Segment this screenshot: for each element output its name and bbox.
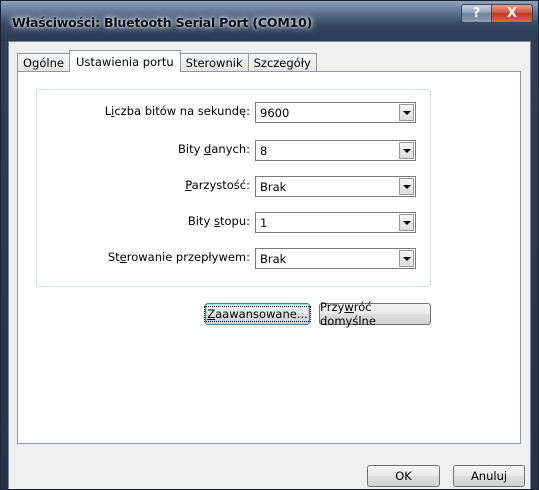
tab-strip: Ogólne Ustawienia portu Sterownik Szczeg…: [17, 50, 317, 72]
tab-driver[interactable]: Sterownik: [179, 53, 249, 72]
chevron-down-icon[interactable]: [399, 214, 414, 231]
tab-general-label: Ogólne: [23, 56, 64, 70]
tab-driver-label: Sterownik: [185, 56, 243, 70]
close-button[interactable]: X: [491, 4, 533, 23]
title-bar[interactable]: Właściwości: Bluetooth Serial Port (COM1…: [1, 1, 538, 41]
parity-label: Parzystość:: [185, 178, 250, 192]
tab-details[interactable]: Szczegóły: [247, 53, 317, 72]
advanced-button[interactable]: Zaawansowane...: [204, 303, 311, 325]
flow-control-value: Brak: [260, 252, 287, 266]
data-bits-select[interactable]: 8: [255, 140, 416, 161]
tab-port-settings[interactable]: Ustawienia portu: [68, 50, 181, 72]
data-bits-value: 8: [260, 144, 268, 158]
help-button[interactable]: ?: [461, 4, 492, 23]
stop-bits-value: 1: [260, 216, 268, 230]
bits-per-second-value: 9600: [260, 106, 290, 120]
tab-page-port-settings: Liczba bitów na sekundę: 9600 Bity danyc…: [17, 71, 521, 444]
stop-bits-select[interactable]: 1: [255, 212, 416, 233]
restore-defaults-button[interactable]: Przywróć domyślne: [319, 300, 431, 328]
flow-control-label: Sterowanie przepływem:: [107, 250, 250, 264]
flow-control-select[interactable]: Brak: [255, 248, 416, 269]
chevron-down-icon[interactable]: [399, 142, 414, 159]
help-icon: ?: [472, 6, 481, 21]
window-title: Właściwości: Bluetooth Serial Port (COM1…: [12, 15, 313, 30]
tab-details-label: Szczegóły: [253, 56, 311, 70]
properties-window: Właściwości: Bluetooth Serial Port (COM1…: [0, 0, 539, 490]
ok-button[interactable]: OK: [367, 465, 440, 487]
close-icon: X: [506, 6, 518, 21]
port-settings-group: Liczba bitów na sekundę: 9600 Bity danyc…: [36, 89, 431, 287]
tab-port-settings-label: Ustawienia portu: [75, 54, 174, 69]
data-bits-label: Bity danych:: [177, 142, 250, 156]
tab-general[interactable]: Ogólne: [17, 53, 70, 72]
chevron-down-icon[interactable]: [399, 250, 414, 267]
dialog-client-area: Ogólne Ustawienia portu Sterownik Szczeg…: [8, 41, 531, 489]
bits-per-second-label: Liczba bitów na sekundę:: [104, 104, 250, 118]
stop-bits-label: Bity stopu:: [187, 214, 250, 228]
cancel-button[interactable]: Anuluj: [453, 465, 525, 487]
parity-value: Brak: [260, 180, 287, 194]
chevron-down-icon[interactable]: [399, 104, 414, 121]
chevron-down-icon[interactable]: [399, 178, 414, 195]
parity-select[interactable]: Brak: [255, 176, 416, 197]
bits-per-second-select[interactable]: 9600: [255, 102, 416, 123]
